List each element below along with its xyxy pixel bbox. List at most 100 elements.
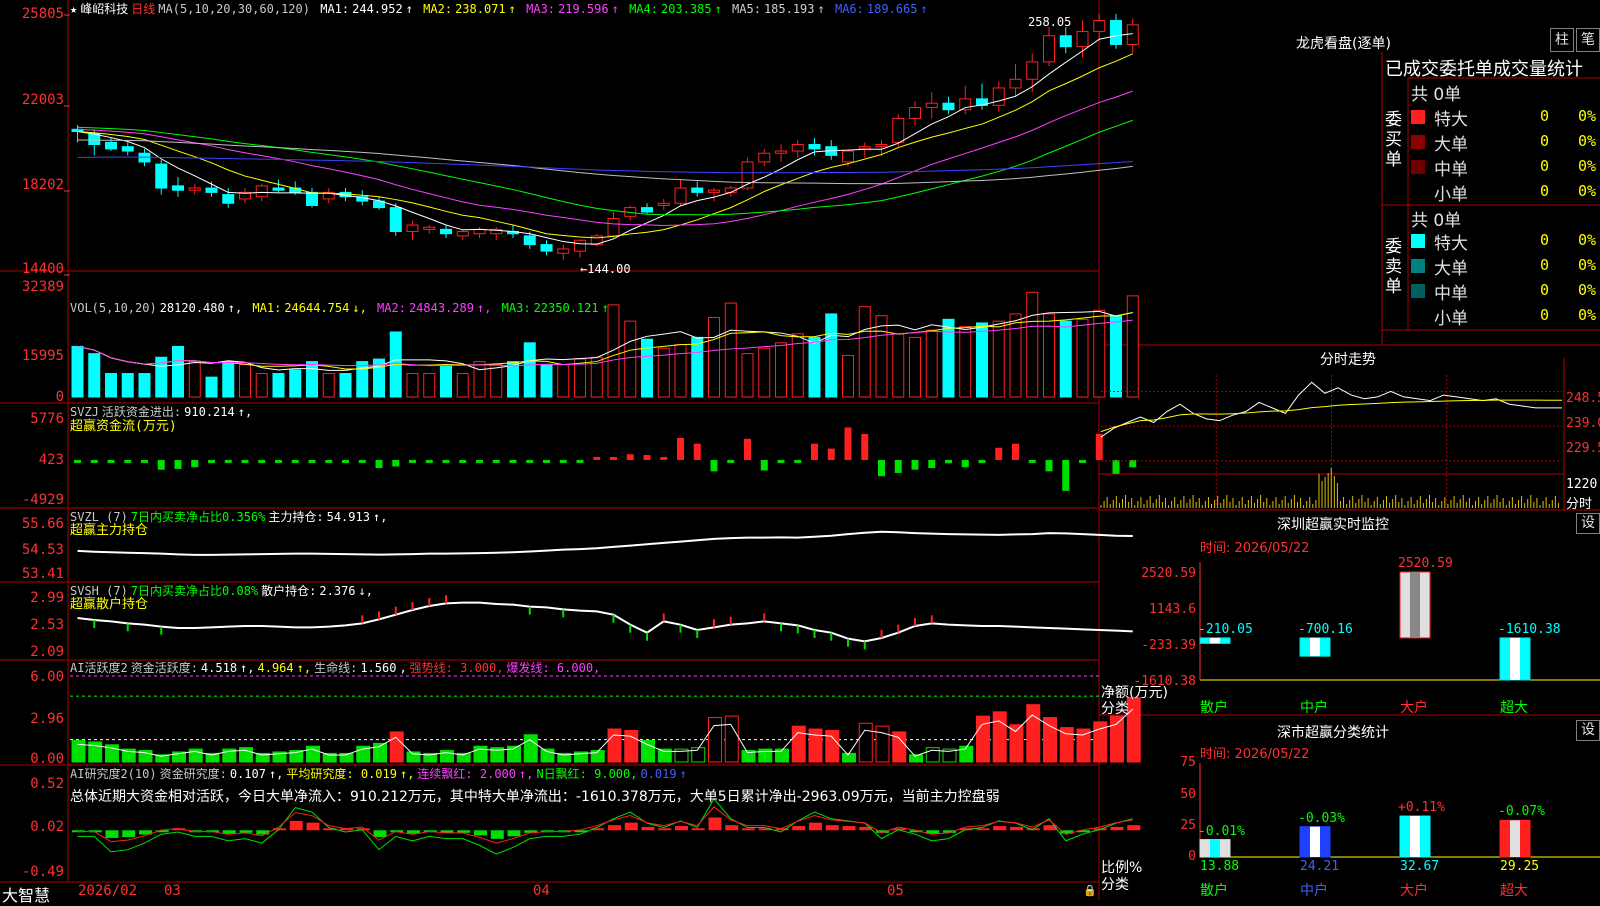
fund-flow-bar: [911, 459, 919, 470]
volume-bar: [1110, 315, 1122, 398]
fund-flow-bar: [559, 459, 567, 463]
main-tick-2: 22003: [21, 92, 64, 108]
activity-bar: [842, 752, 856, 763]
stock-name[interactable]: 峰岹科技: [80, 2, 128, 16]
ma5-label: MA5:: [732, 2, 761, 16]
volume-bar: [423, 373, 436, 398]
monitor-bar-shine: [1510, 637, 1520, 680]
candle-body: [155, 163, 168, 189]
main-tick-1: 25805: [21, 6, 64, 22]
volume-bar: [356, 361, 369, 398]
order-count: 0: [1540, 107, 1550, 125]
activity-bar: [306, 745, 320, 763]
low-price-label: ←144.00: [580, 262, 631, 276]
svsh-header: SVSH (7) 7日内买卖净占比0.08% 散户持仓: 2.376 ↓,: [70, 584, 373, 598]
main-position-line: [77, 530, 1133, 556]
order-size-label: 小单: [1434, 309, 1468, 329]
fund-flow-bar: [861, 433, 869, 460]
volume-bar: [992, 320, 1005, 398]
candle-body: [708, 189, 720, 193]
period-label[interactable]: 日线: [131, 2, 155, 16]
monitor-value-label: -700.16: [1298, 621, 1353, 637]
main-tick-4: 14400: [21, 261, 64, 277]
volume-bar: [490, 363, 503, 398]
volume-bar: [172, 345, 184, 398]
main-tick-3: 18202: [21, 177, 64, 193]
fund-flow-bar: [1012, 443, 1019, 460]
research-bar: [306, 822, 320, 831]
fund-flow-bar: [191, 459, 199, 468]
chart-canvas[interactable]: [0, 0, 1600, 900]
fund-flow-bar: [576, 459, 584, 463]
svzl-label: 主力持仓:: [268, 510, 324, 524]
research-bar: [474, 830, 487, 836]
candle-body: [842, 150, 854, 163]
volume-bar: [138, 373, 151, 398]
candle-body: [105, 141, 117, 150]
vol-tick-2: 15995: [21, 348, 64, 364]
candle-body: [674, 187, 687, 204]
svsh-tick-2: 2.53: [30, 617, 64, 633]
fund-flow-bar: [358, 459, 366, 463]
research-bar: [742, 828, 755, 831]
ai2-red: 连续飘红: 2.000: [417, 767, 516, 781]
svsh-tick-3: 2.09: [30, 644, 64, 660]
volume-bar: [255, 373, 268, 398]
candle-body: [255, 185, 268, 198]
fund-flow-bar: [660, 456, 668, 460]
bar-mode-button[interactable]: 柱: [1550, 28, 1574, 52]
volume-bar: [188, 361, 201, 398]
ai1-label: 资金活跃度:: [130, 661, 198, 675]
candle-body: [306, 191, 318, 206]
fund-flow-bar: [878, 459, 885, 477]
favorite-star-icon[interactable]: ★: [70, 2, 77, 16]
volume-bar: [976, 322, 988, 398]
activity-bar: [607, 728, 622, 763]
svsh-value: 2.376: [319, 584, 356, 598]
vol-value: 28120.480: [159, 301, 225, 315]
order-count: 0: [1540, 231, 1550, 249]
candle-body: [691, 187, 704, 193]
moving-average-lines: [77, 33, 1133, 245]
stat-title: 深市超赢分类统计: [1277, 725, 1389, 741]
stat-settings-button[interactable]: 设: [1576, 720, 1600, 741]
volume-bar: [825, 313, 838, 398]
activity-bar: [875, 725, 890, 763]
order-color-swatch: [1411, 259, 1425, 273]
monitor-settings-button[interactable]: 设: [1576, 513, 1600, 534]
ma1-value: 244.952: [352, 2, 403, 16]
lock-icon[interactable]: 🔒: [1083, 884, 1097, 897]
research-bar: [624, 822, 638, 831]
order-percent: 0%: [1578, 256, 1597, 274]
svzl-header: SVZL (7) 7日内买卖净占比0.356% 主力持仓: 54.913 ↑,: [70, 510, 388, 524]
ai1-strong: 强势线: 3.000,: [409, 661, 504, 675]
fund-flow-bar: [375, 459, 383, 469]
research-bar: [725, 825, 739, 831]
volume-bar: [88, 353, 101, 398]
ma-params: MA(5,10,20,30,60,120): [158, 2, 310, 16]
stat-tick-2: 50: [1180, 787, 1196, 802]
ai1-value: 4.518: [200, 661, 238, 675]
candle-body: [222, 194, 235, 204]
vol-header: VOL(5,10,20) 28120.480 ↑, MA1: 24644.754 ↓, …: [70, 301, 609, 315]
activity-bar: [71, 740, 86, 763]
research-bar: [792, 826, 806, 831]
volume-bar: [1126, 295, 1139, 398]
research-bar: [289, 820, 303, 831]
tick-mode-button[interactable]: 笔: [1576, 28, 1600, 52]
ai1-life: 1.560: [360, 661, 397, 675]
lhb-tab-bar[interactable]: 已成交委托单成交量统计: [1385, 55, 1583, 81]
ai2-label: 资金研究度:: [159, 767, 227, 781]
fund-flow-bar: [777, 459, 785, 463]
research-bar: [691, 828, 705, 831]
order-count: 0: [1540, 182, 1550, 200]
fund-flow-bar: [643, 455, 651, 460]
fund-flow-bar: [794, 459, 802, 463]
research-bar: [708, 817, 722, 831]
order-size-label: 特大: [1434, 234, 1468, 254]
candle-body: [1026, 61, 1039, 80]
activity-bar: [959, 745, 974, 763]
order-count: 0: [1540, 306, 1550, 324]
svzl-ratio: 7日内买卖净占比0.356%: [130, 510, 266, 524]
research-bar: [842, 826, 856, 831]
